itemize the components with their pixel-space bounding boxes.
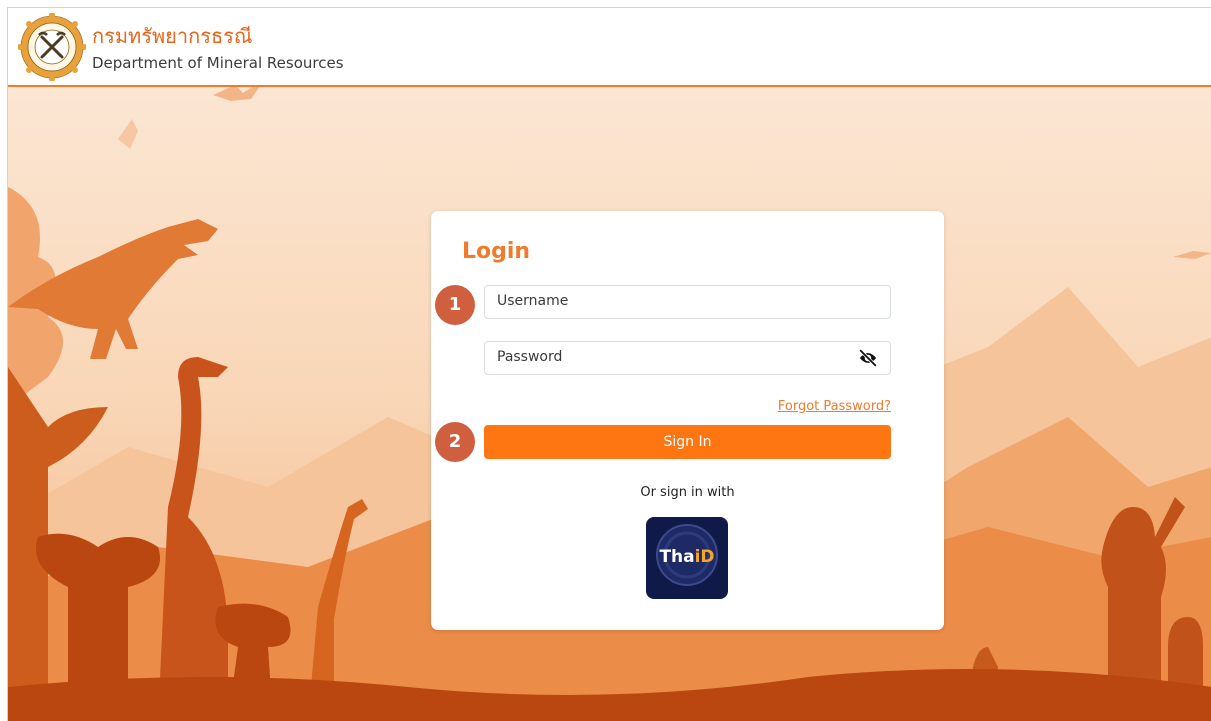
login-title: Login bbox=[462, 239, 531, 264]
thaid-login-button[interactable]: ThaiD bbox=[646, 517, 728, 599]
browser-viewport: กรมทรัพยากรธรณี Department of Mineral Re… bbox=[7, 7, 1211, 721]
thaid-label: ThaiD bbox=[646, 547, 728, 567]
or-sign-in-with-label: Or sign in with bbox=[640, 485, 735, 500]
org-name-thai: กรมทรัพยากรธรณี bbox=[92, 24, 253, 48]
org-name-english: Department of Mineral Resources bbox=[92, 54, 344, 72]
username-field bbox=[484, 285, 891, 319]
password-field bbox=[484, 341, 891, 375]
site-header: กรมทรัพยากรธรณี Department of Mineral Re… bbox=[8, 8, 1211, 87]
step-badge-1: 1 bbox=[435, 285, 475, 325]
thaid-label-main: Tha bbox=[659, 547, 695, 567]
password-input[interactable] bbox=[485, 342, 859, 372]
username-input[interactable] bbox=[485, 286, 859, 316]
forgot-password-link[interactable]: Forgot Password? bbox=[778, 399, 891, 414]
dmr-seal-logo-icon bbox=[18, 13, 86, 81]
eye-slash-icon[interactable] bbox=[858, 349, 878, 367]
thaid-label-accent: iD bbox=[694, 547, 715, 567]
login-card: Login 1 Forgot Password? 2 Sign In Or si… bbox=[431, 211, 944, 630]
sign-in-button[interactable]: Sign In bbox=[484, 425, 891, 459]
step-badge-2: 2 bbox=[435, 422, 475, 462]
